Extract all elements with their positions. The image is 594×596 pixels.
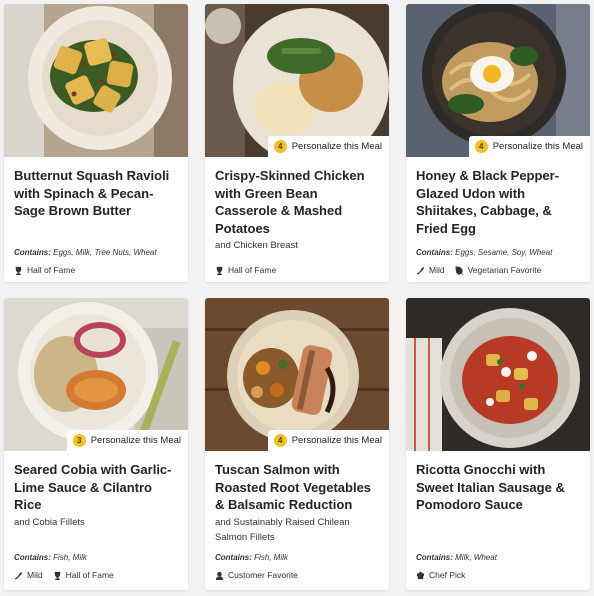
meal-card[interactable]: 3 Personalize this Meal Seared Cobia wit… bbox=[4, 298, 188, 590]
variation-count-badge: 3 bbox=[72, 434, 86, 447]
meal-title[interactable]: Honey & Black Pepper-Glazed Udon with Sh… bbox=[416, 167, 580, 237]
vegetarian-leaf-icon bbox=[455, 266, 463, 275]
tag: Mild bbox=[416, 265, 445, 275]
chili-pepper-icon bbox=[14, 571, 22, 579]
meal-tags: Mild Vegetarian Favorite bbox=[416, 265, 541, 275]
trophy-icon bbox=[216, 266, 223, 275]
tag: Hall of Fame bbox=[215, 265, 276, 275]
personalize-meal-button[interactable]: 4 Personalize this Meal bbox=[468, 136, 590, 157]
allergen-info: Contains: Milk, Wheat bbox=[416, 553, 497, 562]
chef-hat-icon bbox=[416, 571, 425, 579]
meal-tags: Chef Pick bbox=[416, 570, 465, 580]
meal-tags: Hall of Fame bbox=[14, 265, 75, 275]
meal-subtitle: and Cobia Fillets bbox=[14, 516, 85, 528]
meal-title[interactable]: Tuscan Salmon with Roasted Root Vegetabl… bbox=[215, 461, 379, 514]
meal-tags: Customer Favorite bbox=[215, 570, 298, 580]
meal-photo[interactable]: 3 Personalize this Meal bbox=[4, 298, 188, 451]
tag: Hall of Fame bbox=[53, 570, 114, 580]
meal-tags: Mild Hall of Fame bbox=[14, 570, 114, 580]
meal-tags: Hall of Fame bbox=[215, 265, 276, 275]
personalize-meal-button[interactable]: 4 Personalize this Meal bbox=[267, 430, 389, 451]
tag: Hall of Fame bbox=[14, 265, 75, 275]
meal-card[interactable]: 4 Personalize this Meal Crispy-Skinned C… bbox=[205, 4, 389, 282]
meal-card[interactable]: Ricotta Gnocchi with Sweet Italian Sausa… bbox=[406, 298, 590, 590]
allergen-info: Contains: Eggs, Sesame, Soy, Wheat bbox=[416, 248, 553, 257]
tag: Vegetarian Favorite bbox=[455, 265, 541, 275]
chili-pepper-icon bbox=[416, 266, 424, 274]
variation-count-badge: 4 bbox=[474, 140, 488, 153]
meal-photo[interactable]: 4 Personalize this Meal bbox=[205, 4, 389, 157]
trophy-icon bbox=[15, 266, 22, 275]
tag: Customer Favorite bbox=[215, 570, 298, 580]
meal-photo[interactable]: 4 Personalize this Meal bbox=[205, 298, 389, 451]
meal-card[interactable]: Butternut Squash Ravioli with Spinach & … bbox=[4, 4, 188, 282]
personalize-meal-button[interactable]: 4 Personalize this Meal bbox=[267, 136, 389, 157]
variation-count-badge: 4 bbox=[273, 140, 287, 153]
tag: Chef Pick bbox=[416, 570, 465, 580]
personalize-meal-button[interactable]: 3 Personalize this Meal bbox=[66, 430, 188, 451]
allergen-info: Contains: Fish, Milk bbox=[14, 553, 87, 562]
tag: Mild bbox=[14, 570, 43, 580]
meal-title[interactable]: Crispy-Skinned Chicken with Green Bean C… bbox=[215, 167, 379, 237]
meal-photo[interactable] bbox=[406, 298, 590, 451]
allergen-info: Contains: Eggs, Milk, Tree Nuts, Wheat bbox=[14, 248, 157, 257]
meal-photo[interactable]: 4 Personalize this Meal bbox=[406, 4, 590, 157]
meal-subtitle: and Chicken Breast bbox=[215, 240, 298, 251]
meal-card[interactable]: 4 Personalize this Meal Honey & Black Pe… bbox=[406, 4, 590, 282]
meal-subtitle: and Sustainably Raised Chilean Salmon Fi… bbox=[215, 516, 350, 543]
allergen-info: Contains: Fish, Milk bbox=[215, 553, 288, 562]
variation-count-badge: 4 bbox=[273, 434, 287, 447]
meal-grid: Butternut Squash Ravioli with Spinach & … bbox=[0, 0, 594, 596]
meal-photo[interactable] bbox=[4, 4, 188, 157]
meal-title[interactable]: Seared Cobia with Garlic-Lime Sauce & Ci… bbox=[14, 461, 178, 514]
meal-card[interactable]: 4 Personalize this Meal Tuscan Salmon wi… bbox=[205, 298, 389, 590]
meal-title[interactable]: Ricotta Gnocchi with Sweet Italian Sausa… bbox=[416, 461, 580, 514]
meal-title[interactable]: Butternut Squash Ravioli with Spinach & … bbox=[14, 167, 178, 220]
customer-favorite-icon bbox=[215, 571, 224, 580]
trophy-icon bbox=[54, 571, 60, 580]
